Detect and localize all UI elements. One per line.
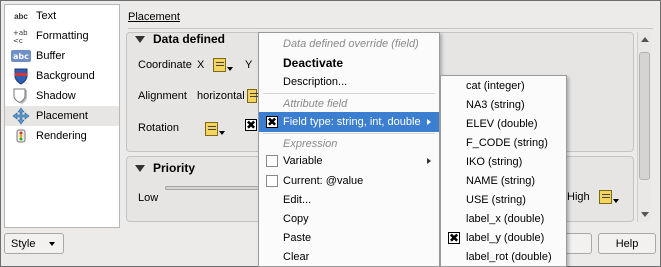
panel-scrollbar[interactable] xyxy=(637,32,651,222)
menu-item-paste[interactable]: Paste xyxy=(259,228,439,248)
data-defined-icon xyxy=(247,89,258,103)
rotation-checkbox[interactable]: ✖ xyxy=(245,119,257,131)
priority-data-defined-button[interactable] xyxy=(599,187,623,207)
submenu-arrow-icon xyxy=(427,119,431,125)
dropdown-arrow-icon xyxy=(613,199,619,203)
collapse-triangle-icon xyxy=(135,35,145,43)
dropdown-arrow-icon xyxy=(219,131,225,135)
sidebar-item-label: Text xyxy=(36,10,57,22)
data-defined-icon xyxy=(599,190,612,204)
sidebar-item-label: Buffer xyxy=(36,50,66,62)
field-item[interactable]: USE (string) xyxy=(441,190,566,210)
sidebar-item-rendering[interactable]: Rendering xyxy=(5,126,119,146)
sidebar-item-label: Placement xyxy=(36,110,88,122)
field-item[interactable]: ELEV (double) xyxy=(441,114,566,134)
x-label: X xyxy=(197,59,205,71)
placement-icon xyxy=(10,107,32,125)
checkbox-icon xyxy=(266,175,278,187)
menu-item-copy[interactable]: Copy xyxy=(259,209,439,229)
data-defined-header[interactable]: Data defined xyxy=(135,32,225,46)
menu-item-edit[interactable]: Edit... xyxy=(259,190,439,210)
scroll-thumb[interactable] xyxy=(639,52,650,180)
collapse-triangle-icon xyxy=(135,164,145,172)
menu-item-variable[interactable]: Variable xyxy=(259,151,439,171)
rotation-label: Rotation xyxy=(138,122,179,134)
sidebar-item-placement[interactable]: Placement xyxy=(5,106,119,126)
svg-text:<c: <c xyxy=(13,37,23,45)
field-item[interactable]: label_x (double) xyxy=(441,209,566,229)
sidebar-item-shadow[interactable]: Shadow xyxy=(5,86,119,106)
field-item[interactable]: label_rot (double) xyxy=(441,247,566,267)
sidebar-item-buffer[interactable]: abc Buffer xyxy=(5,46,119,66)
alignment-value: horizontal xyxy=(197,90,245,102)
checked-checkbox-icon: ✖ xyxy=(266,115,278,129)
field-item[interactable]: IKO (string) xyxy=(441,152,566,172)
coordinate-label: Coordinate xyxy=(138,59,192,71)
sidebar-item-formatting[interactable]: +ab <c Formatting xyxy=(5,26,119,46)
field-item-selected[interactable]: ✖ label_y (double) xyxy=(441,228,566,248)
y-label: Y xyxy=(245,59,253,71)
menu-header-data-defined: Data defined override (field) xyxy=(283,38,419,50)
field-item[interactable]: NAME (string) xyxy=(441,171,566,191)
style-dropdown-button[interactable]: Style xyxy=(4,233,64,254)
priority-header[interactable]: Priority xyxy=(135,161,195,175)
background-shield-icon xyxy=(10,67,32,85)
rendering-icon xyxy=(10,127,32,145)
field-item[interactable]: cat (integer) xyxy=(441,76,566,96)
data-defined-context-menu: Data defined override (field) Deactivate… xyxy=(258,32,440,267)
dropdown-arrow-icon xyxy=(227,67,233,71)
menu-item-description[interactable]: Description... xyxy=(259,72,439,92)
menu-item-clear[interactable]: Clear xyxy=(259,247,439,267)
page-title: Placement xyxy=(128,11,180,23)
scroll-up-icon[interactable] xyxy=(641,37,649,42)
alignment-label: Alignment xyxy=(138,90,187,102)
priority-low-label: Low xyxy=(138,192,159,204)
checked-checkbox-icon: ✖ xyxy=(448,231,460,245)
alignment-data-defined-button[interactable] xyxy=(247,86,258,106)
priority-high-label: High xyxy=(567,191,590,203)
sidebar-list: abc Text +ab <c Formatting abc Buffer Bac… xyxy=(4,4,120,228)
data-defined-icon xyxy=(213,58,226,72)
field-submenu: cat (integer) NA3 (string) ELEV (double)… xyxy=(440,75,567,267)
sidebar-item-label: Background xyxy=(36,70,95,82)
x-data-defined-button[interactable] xyxy=(213,55,237,75)
abc-text-icon: abc xyxy=(14,11,28,21)
scroll-down-icon[interactable] xyxy=(641,212,649,217)
sidebar-item-label: Formatting xyxy=(36,30,89,42)
checkbox-icon xyxy=(266,155,278,167)
rotation-data-defined-button[interactable] xyxy=(205,119,229,139)
submenu-arrow-icon xyxy=(427,158,431,164)
sidebar-item-background[interactable]: Background xyxy=(5,66,119,86)
field-item[interactable]: NA3 (string) xyxy=(441,95,566,115)
priority-slider[interactable] xyxy=(165,186,260,190)
help-button[interactable]: Help xyxy=(598,233,656,254)
chevron-down-icon xyxy=(49,241,56,246)
formatting-icon: +ab <c xyxy=(10,27,32,45)
sidebar-item-label: Rendering xyxy=(36,130,87,142)
shadow-icon xyxy=(10,87,32,105)
svg-text:abc: abc xyxy=(13,52,29,61)
sidebar-item-text[interactable]: abc Text xyxy=(5,6,119,26)
menu-header-attribute-field: Attribute field xyxy=(283,98,348,110)
data-defined-icon xyxy=(205,122,218,136)
svg-text:+ab: +ab xyxy=(13,29,28,37)
buffer-icon: abc xyxy=(10,47,32,65)
field-item[interactable]: F_CODE (string) xyxy=(441,133,566,153)
menu-item-deactivate[interactable]: Deactivate xyxy=(259,53,439,73)
title-divider xyxy=(128,28,653,29)
menu-item-current-expression[interactable]: Current: @value xyxy=(259,171,439,191)
menu-item-field-type[interactable]: ✖ Field type: string, int, double xyxy=(259,112,439,132)
sidebar-item-label: Shadow xyxy=(36,90,76,102)
